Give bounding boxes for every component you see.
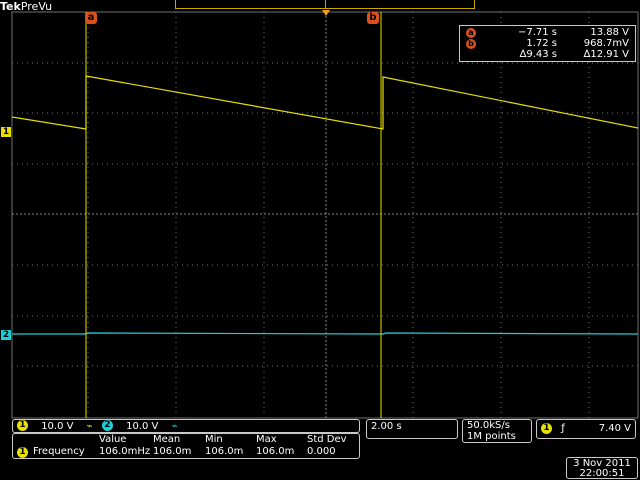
record-length: 1M points <box>467 431 516 442</box>
cursor-b-tag[interactable]: b <box>367 12 379 24</box>
cursor-a-badge: a <box>466 28 476 38</box>
meas-mean: 106.0m <box>153 446 192 457</box>
meas-header-value: Value <box>99 434 127 445</box>
trigger-source-badge: 1 <box>541 422 552 434</box>
acquisition-panel[interactable]: 50.0kS/s 1M points <box>462 419 532 443</box>
ch1-ground-marker[interactable]: 1 <box>1 127 11 137</box>
bandwidth-limit-icon: ⌁ <box>86 420 93 432</box>
meas-header-std-dev: Std Dev <box>307 434 347 445</box>
rising-edge-icon: ƒ <box>561 423 565 434</box>
ch1-scale[interactable]: 10.0 V <box>41 421 73 432</box>
meas-name[interactable]: Frequency <box>33 446 85 457</box>
ch2-waveform <box>12 332 639 335</box>
datetime-panel: 3 Nov 2011 22:00:51 <box>566 457 638 479</box>
measurement-panel[interactable]: Value Mean Min Max Std Dev 1 Frequency 1… <box>12 433 360 459</box>
ch1-waveform <box>11 75 639 130</box>
cursor-b-badge: b <box>466 39 476 49</box>
bandwidth-limit-icon: ⌁ <box>171 420 178 432</box>
meas-ch-badge: 1 <box>17 447 28 458</box>
trigger-position-icon <box>322 10 330 16</box>
time: 22:00:51 <box>579 468 625 479</box>
graticule-center <box>12 12 638 418</box>
meas-value: 106.0mHz <box>99 446 151 457</box>
cursor-readout: a −7.71 s 13.88 V b 1.72 s 968.7mV ∆9.43… <box>459 25 636 62</box>
ch2-ground-marker[interactable]: 2 <box>1 330 11 340</box>
channel-scale-panel[interactable]: 1 10.0 V ⌁ 2 10.0 V ⌁ <box>12 419 360 433</box>
timebase-value: 2.00 s <box>371 421 402 432</box>
meas-header-min: Min <box>205 434 223 445</box>
graticule-frame <box>11 11 639 419</box>
meas-min: 106.0m <box>205 446 244 457</box>
cursor-a-tag[interactable]: a <box>85 12 97 24</box>
ch2-badge: 2 <box>101 420 113 431</box>
cursor-delta-time: ∆9.43 s <box>519 49 557 60</box>
timebase-panel[interactable]: 2.00 s <box>366 419 458 439</box>
cursor-delta-value: ∆12.91 V <box>583 49 629 60</box>
meas-header-max: Max <box>256 434 277 445</box>
ch2-scale[interactable]: 10.0 V <box>126 421 158 432</box>
ch1-badge: 1 <box>17 420 28 431</box>
graticule <box>12 12 638 418</box>
sample-rate: 50.0kS/s <box>467 420 510 431</box>
meas-std-dev: 0.000 <box>307 446 336 457</box>
meas-header-mean: Mean <box>153 434 181 445</box>
trigger-panel[interactable]: 1 ƒ 7.40 V <box>536 419 636 439</box>
trigger-level: 7.40 V <box>598 423 631 434</box>
meas-max: 106.0m <box>256 446 295 457</box>
waveform-display[interactable] <box>0 0 640 420</box>
